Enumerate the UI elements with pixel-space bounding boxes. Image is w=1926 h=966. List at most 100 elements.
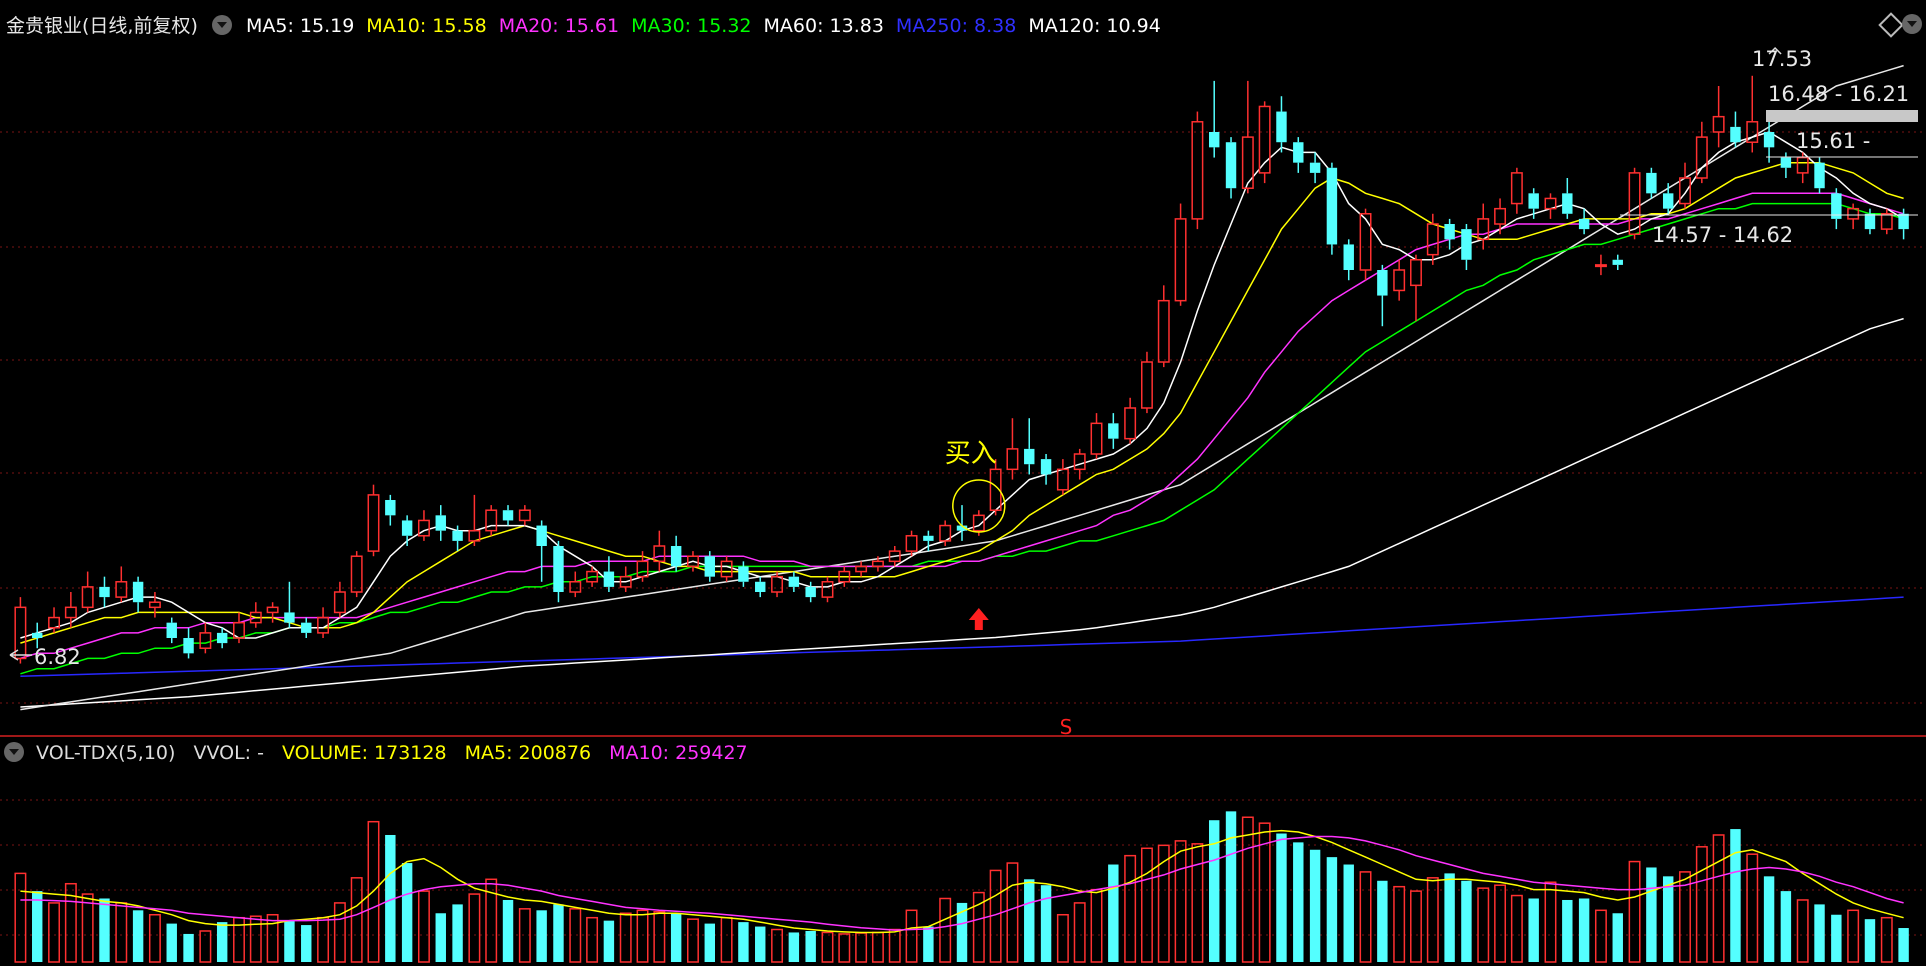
candle [249, 602, 262, 628]
candle-body [166, 622, 177, 638]
low-price-label: 6.82 [34, 645, 81, 669]
volume-bar [1056, 913, 1069, 963]
candle [855, 561, 868, 577]
volume-bar [1073, 902, 1086, 963]
candle-body [636, 560, 649, 578]
volume-bar [32, 891, 43, 962]
volume-bar [923, 926, 934, 962]
price-header: 金贵银业(日线,前复权) MA5: 15.19 MA10: 15.58 MA20: … [0, 12, 1185, 40]
settings-dropdown-icon[interactable] [1902, 14, 1922, 34]
volume-bar [1898, 928, 1909, 962]
volume-bar [603, 920, 615, 962]
candle [1477, 203, 1490, 250]
candle-body [1646, 172, 1657, 194]
volume-bar [738, 922, 749, 962]
ma-header-ma30: MA30: 15.32 [631, 15, 752, 37]
candle-body [805, 586, 816, 598]
candle [367, 484, 380, 557]
candle-body [1410, 259, 1422, 287]
candle [1510, 167, 1523, 214]
candle-body [1880, 213, 1893, 230]
candle [536, 520, 547, 582]
candle-body [1157, 299, 1170, 363]
candle-body [1780, 157, 1792, 168]
candle [115, 566, 128, 603]
volume-bar [1174, 840, 1187, 963]
volume-bar [417, 890, 430, 963]
candle-body [1528, 193, 1539, 209]
volume-bar [1796, 899, 1809, 963]
volume-indicator-name: VOL-TDX(5,10) [36, 742, 176, 764]
volume-bar [838, 933, 851, 963]
candle-body [653, 545, 666, 563]
ma-header-ma120: MA120: 10.94 [1028, 15, 1161, 37]
candle-body [1343, 244, 1354, 270]
ma-header-ma5: MA5: 15.19 [245, 15, 355, 37]
volume-bar [1024, 879, 1035, 962]
volume-bar [266, 913, 279, 963]
candle [1225, 137, 1237, 199]
volume-bar [166, 923, 177, 962]
volume-bar [48, 902, 60, 963]
candle [1006, 418, 1019, 480]
volume-bar [1157, 844, 1170, 963]
candle [1444, 218, 1455, 250]
volume-ma10: MA10: 259427 [609, 742, 748, 764]
candle-body [855, 565, 868, 573]
candle [485, 505, 498, 536]
candle-body [1712, 115, 1725, 133]
candle [1410, 254, 1422, 322]
candle-body [905, 535, 918, 552]
volume-value: VOLUME: 173128 [282, 742, 447, 764]
candle-body [1056, 468, 1069, 491]
candle [1174, 203, 1187, 306]
candle-body [485, 509, 498, 532]
candle [81, 571, 94, 613]
candle-body [1191, 121, 1204, 220]
candle-body [64, 606, 77, 619]
candle-body [1024, 448, 1035, 465]
title-dropdown-icon[interactable] [211, 15, 232, 35]
candle-body [216, 632, 228, 644]
volume-bar [132, 910, 144, 962]
candle-body [502, 510, 514, 521]
candle-body [1494, 207, 1507, 225]
buy-circle [952, 479, 1006, 533]
volume-bar [1225, 811, 1237, 962]
volume-bar [1326, 857, 1338, 962]
candlesticks [14, 75, 1909, 664]
ma10-line [20, 161, 1904, 644]
volume-bar [1814, 904, 1825, 962]
volume-bar [1578, 898, 1590, 962]
candle [1056, 459, 1069, 495]
candle [1494, 198, 1507, 235]
volume-bar [99, 898, 110, 962]
candle [553, 540, 564, 603]
candle-body [1662, 193, 1674, 209]
volume-bar [805, 930, 816, 962]
candle [1730, 111, 1741, 148]
candle-body [1461, 229, 1472, 260]
zone-top-label: 16.48 - 16.21 [1768, 82, 1909, 106]
volume-bar [1730, 829, 1741, 962]
candle-body [148, 601, 161, 609]
candle-body [518, 509, 531, 522]
candle [1293, 137, 1304, 173]
volume-bar [1594, 909, 1607, 963]
candle [1712, 86, 1725, 148]
candle-body [1377, 270, 1388, 296]
volume-dropdown-icon[interactable] [4, 742, 24, 762]
candle-body [536, 525, 547, 546]
candle [1544, 193, 1557, 219]
volume-bar [871, 931, 884, 963]
candle-body [81, 586, 94, 609]
candle [502, 505, 514, 526]
candle [1377, 264, 1388, 327]
stock-title: 金贵银业(日线,前复权) [6, 15, 198, 37]
candle-body [1090, 422, 1103, 455]
candle [1780, 152, 1792, 178]
candle [755, 576, 766, 598]
volume-bar [401, 863, 413, 962]
stock-chart[interactable]: 买入 S 17.53 6.82 16.48 - 16.21 15.61 - 14.57 - … [0, 0, 1926, 966]
candle-body [199, 632, 212, 649]
